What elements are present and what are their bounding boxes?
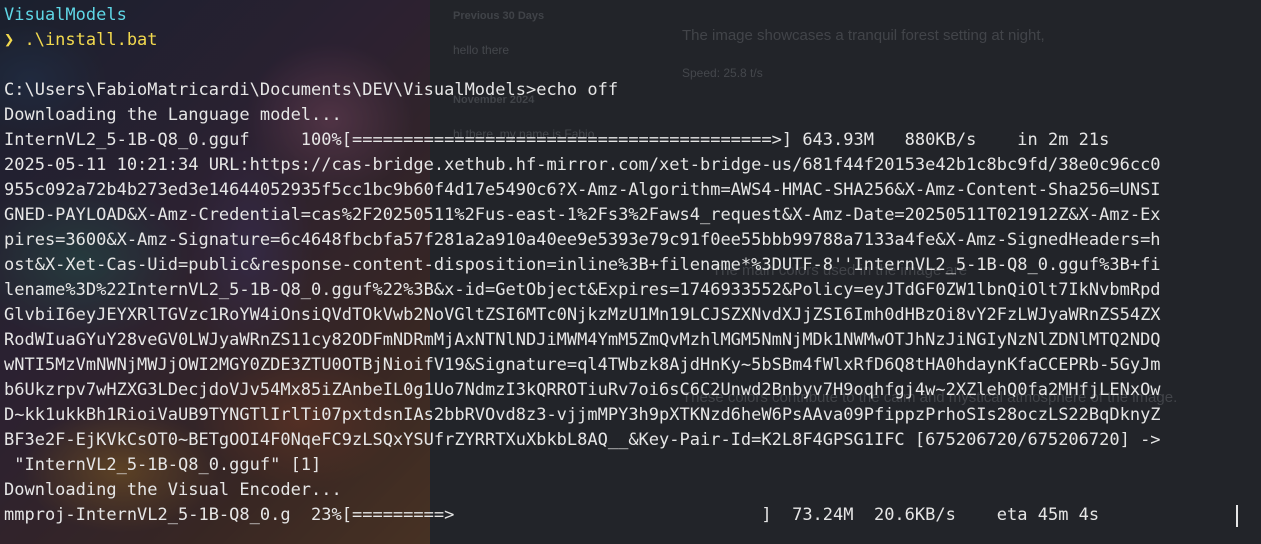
terminal-line: ost&X-Xet-Cas-Uid=public&response-conten… bbox=[4, 255, 1161, 275]
terminal-line: b6Ukzrpv7wHZXG3LDecjdoVJv54Mx85iZAnbeIL0… bbox=[4, 380, 1161, 400]
terminal-cursor bbox=[1236, 505, 1238, 527]
terminal-line: GlvbiI6eyJEYXRlTGVzc1RoYW4iOnsiQVdTOkVwb… bbox=[4, 305, 1161, 325]
terminal-line: C:\Users\FabioMatricardi\Documents\DEV\V… bbox=[4, 80, 619, 100]
terminal-window[interactable]: VisualModels ❯ .\install.bat C:\Users\Fabi… bbox=[0, 0, 1261, 544]
terminal-line: InternVL2_5-1B-Q8_0.gguf 100%[==========… bbox=[4, 130, 1110, 150]
terminal-line: 955c092a72b4b273ed3e14644052935f5cc1bc9b… bbox=[4, 180, 1161, 200]
screen: Previous 30 Days hello there November 20… bbox=[0, 0, 1261, 544]
terminal-line: GNED-PAYLOAD&X-Amz-Credential=cas%2F2025… bbox=[4, 205, 1161, 225]
terminal-line: RodWIuaGYuY28veGV0LWJyaWRnZS11cy82ODFmND… bbox=[4, 330, 1161, 350]
terminal-line: "InternVL2_5-1B-Q8_0.gguf" [1] bbox=[4, 455, 322, 475]
terminal-line: Downloading the Language model... bbox=[4, 105, 342, 125]
terminal-line: wNTI5MzVmNWNjMWJjOWI2MGY0ZDE3ZTU0OTBjNio… bbox=[4, 355, 1161, 375]
terminal-line: BF3e2F-EjKVkCsOT0~BETgOOI4F0NqeFC9zLSQxY… bbox=[4, 430, 1161, 450]
terminal-line: D~kk1ukkBh1RioiVaUB9TYNGTlIrlTi07pxtdsnI… bbox=[4, 405, 1161, 425]
terminal-line: VisualModels bbox=[4, 5, 127, 25]
terminal-line: ❯ .\install.bat bbox=[4, 30, 158, 50]
terminal-line: Downloading the Visual Encoder... bbox=[4, 480, 342, 500]
terminal-line: mmproj-InternVL2_5-1B-Q8_0.g 23%[=======… bbox=[4, 505, 1100, 525]
terminal-line: pires=3600&X-Amz-Signature=6c4648fbcbfa5… bbox=[4, 230, 1161, 250]
terminal-line: 2025-05-11 10:21:34 URL:https://cas-brid… bbox=[4, 155, 1161, 175]
terminal-line: lename%3D%22InternVL2_5-1B-Q8_0.gguf%22%… bbox=[4, 280, 1161, 300]
